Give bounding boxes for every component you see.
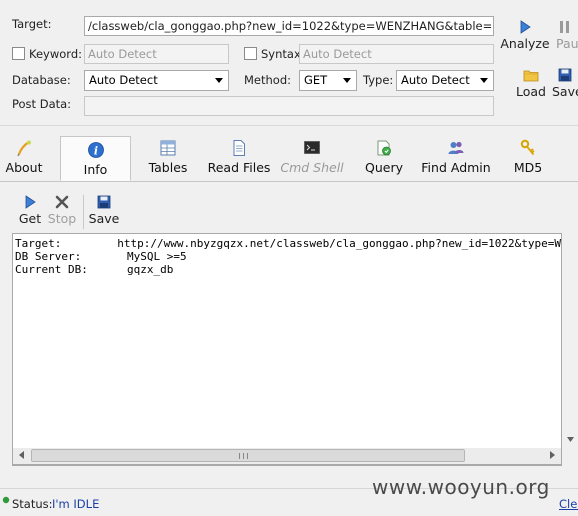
query-icon [377, 140, 391, 156]
scroll-down-icon [567, 437, 574, 442]
chevron-down-icon [215, 78, 223, 83]
save-icon [558, 68, 572, 82]
analyze-button[interactable]: Analyze [500, 20, 550, 51]
status-value: I'm IDLE [52, 497, 100, 511]
pause-icon [560, 21, 569, 33]
tab-read-files[interactable]: Read Files [206, 135, 272, 180]
status-label: Status: [12, 497, 53, 511]
analyze-label: Analyze [500, 36, 550, 51]
tab-md5[interactable]: MD5 [508, 135, 548, 180]
output-value: http://www.nbyzgqzx.net/classweb/cla_gon… [117, 237, 561, 250]
tab-find-admin[interactable]: Find Admin [418, 135, 494, 180]
save-button-side[interactable]: Save [552, 68, 578, 99]
stop-button[interactable]: Stop [46, 193, 78, 226]
users-icon [448, 141, 464, 154]
database-select[interactable]: Auto Detect [84, 70, 229, 91]
chevron-down-icon [343, 78, 351, 83]
output-value: gqzx_db [127, 263, 174, 276]
load-label: Load [516, 84, 546, 99]
syntax-checkbox[interactable] [244, 47, 257, 60]
keyword-label: Keyword: [29, 47, 82, 61]
status-indicator-icon [2, 496, 10, 504]
folder-icon [523, 70, 539, 82]
scroll-thumb[interactable] [31, 449, 465, 462]
output-row: Target: http://www.nbyzgqzx.net/classweb… [13, 237, 561, 250]
play-icon [520, 20, 531, 34]
target-label: Target: [12, 17, 52, 31]
pause-button[interactable]: Pau [556, 20, 578, 51]
database-label: Database: [12, 73, 71, 87]
type-label: Type: [363, 73, 394, 87]
target-input[interactable]: /classweb/cla_gonggao.php?new_id=1022&ty… [84, 16, 494, 36]
tab-tables[interactable]: Tables [144, 135, 192, 180]
clear-link[interactable]: Clea [559, 497, 578, 511]
vertical-scrollbar[interactable] [563, 233, 578, 466]
method-value: GET [304, 73, 328, 87]
table-icon [160, 140, 176, 156]
tab-query-label: Query [365, 160, 403, 175]
stop-icon [55, 195, 69, 209]
tab-md5-label: MD5 [513, 160, 543, 175]
file-icon [233, 140, 245, 156]
save-label-side: Save [552, 84, 578, 99]
type-value: Auto Detect [401, 73, 470, 87]
horizontal-scrollbar[interactable] [12, 448, 562, 465]
tab-cmd-shell-label: Cmd Shell [280, 160, 344, 175]
save-label: Save [88, 211, 120, 226]
tab-about[interactable]: About [2, 135, 46, 180]
type-select[interactable]: Auto Detect [396, 70, 494, 91]
database-value: Auto Detect [89, 73, 158, 87]
output-value: MySQL >=5 [127, 250, 187, 263]
postdata-label: Post Data: [12, 97, 72, 111]
tab-cmd-shell[interactable]: Cmd Shell [280, 135, 344, 180]
output-textarea[interactable]: Target: http://www.nbyzgqzx.net/classweb… [12, 233, 562, 466]
tab-info-label: Info [83, 162, 108, 177]
scroll-right-icon [550, 451, 555, 459]
svg-text:i: i [93, 145, 97, 158]
method-select[interactable]: GET [299, 70, 357, 91]
get-button[interactable]: Get [16, 193, 44, 226]
watermark: www.wooyun.org [372, 475, 550, 499]
chevron-down-icon [480, 78, 488, 83]
tab-query[interactable]: Query [360, 135, 408, 180]
pause-label: Pau [556, 36, 578, 51]
load-button[interactable]: Load [511, 68, 551, 99]
grip-icon [239, 453, 248, 459]
about-icon [17, 140, 31, 157]
keyword-checkbox[interactable] [12, 47, 25, 60]
key-icon [520, 139, 535, 155]
output-key: Target: [15, 237, 62, 250]
terminal-icon [304, 141, 320, 154]
postdata-input[interactable] [84, 96, 494, 116]
tab-about-label: About [5, 160, 43, 175]
play-icon [25, 195, 36, 209]
tab-tables-label: Tables [148, 160, 188, 175]
output-row: DB Server: MySQL >=5 [13, 250, 561, 263]
output-row: Current DB: gqzx_db [13, 263, 561, 276]
tab-find-admin-label: Find Admin [421, 160, 491, 175]
output-key: DB Server: [15, 250, 82, 263]
method-label: Method: [244, 73, 292, 87]
output-key: Current DB: [15, 263, 88, 276]
keyword-input[interactable]: Auto Detect [84, 44, 229, 64]
toolbar-separator [83, 195, 84, 229]
tab-info[interactable]: i Info [60, 136, 131, 181]
tab-read-files-label: Read Files [207, 160, 271, 175]
scroll-left-icon [19, 451, 24, 459]
save-icon [97, 195, 111, 209]
get-label: Get [18, 211, 42, 226]
syntax-input[interactable]: Auto Detect [299, 44, 494, 64]
divider [0, 125, 578, 126]
info-icon: i [87, 142, 104, 158]
save-button[interactable]: Save [88, 193, 120, 226]
stop-label: Stop [47, 211, 77, 226]
